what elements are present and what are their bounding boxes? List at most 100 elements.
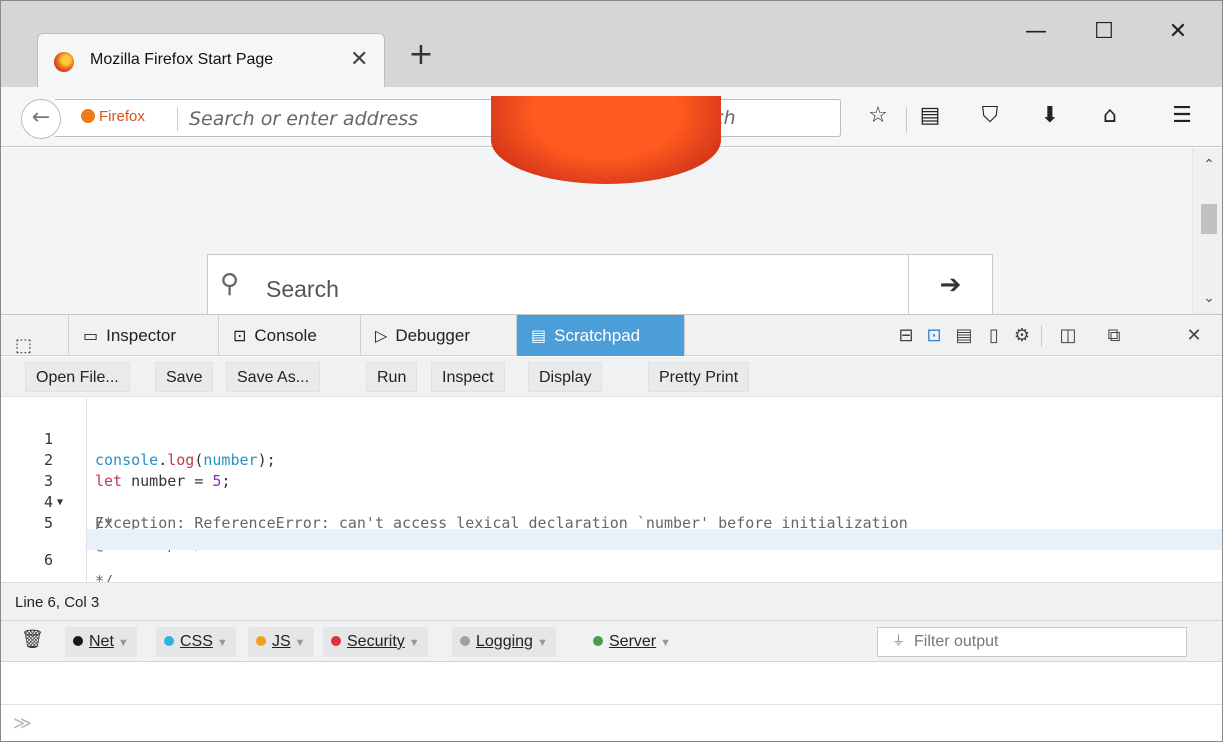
console-input-line[interactable]: ≫ [1,705,1222,741]
page-search-input[interactable] [266,273,866,305]
vertical-scrollbar[interactable]: ⌃ ⌄ [1192,148,1222,314]
filter-net-label: Net [89,633,114,650]
code-line: 4 Exception: ReferenceError: can't acces… [1,471,1222,532]
close-devtools-icon[interactable]: ✕ [1181,315,1207,356]
tab-debugger[interactable]: ▷ Debugger [361,315,517,356]
tab-firefox-start-page[interactable]: Mozilla Firefox Start Page ✕ [37,33,385,87]
maximize-button[interactable]: ☐ [1079,13,1129,51]
code-editor[interactable]: 1 console.log(number); 2 let number = 5;… [1,398,1222,590]
undock-window-icon[interactable]: ⧉ [1101,315,1127,356]
browser-window: Mozilla Firefox Start Page ✕ + — ☐ ✕ Fir… [0,0,1223,742]
url-separator [177,107,178,131]
tab-debugger-label: Debugger [395,326,470,345]
filter-css-label: CSS [180,633,213,650]
filter-net[interactable]: Net ▼ [65,627,137,657]
display-button[interactable]: Display [528,362,603,392]
code-line: 1 console.log(number); [1,408,1222,469]
close-window-button[interactable]: ✕ [1153,13,1203,51]
scratchpad-toggle-icon[interactable]: ▤ [951,315,977,356]
filter-server-label: Server [609,633,657,650]
devtools-toolbar: ⬚ ▭ Inspector ⊡ Console ▷ Debugger ▤ Scratch… [1,314,1222,356]
filter-logging-label: Logging [476,633,533,650]
hamburger-menu-icon[interactable]: ☰ [1167,103,1197,128]
filter-output-box[interactable]: ⏚ [877,627,1187,657]
run-button[interactable]: Run [366,362,418,392]
new-tab-button[interactable]: + [401,37,441,72]
identity-box[interactable]: Firefox [81,108,145,125]
tab-close-icon[interactable]: ✕ [350,47,368,72]
responsive-layout-icon[interactable]: ⊟ [893,315,919,356]
code-line: 3 ▼ /* [1,450,1222,532]
scratchpad-icon: ▤ [531,326,547,345]
pretty-print-button[interactable]: Pretty Print [648,362,750,392]
page-content: ⚲ ➔ ⌃ ⌄ [1,96,1222,315]
tab-console-label: Console [254,326,317,345]
element-picker-button[interactable]: ⬚ [1,315,69,356]
filter-server[interactable]: Server ▼ [585,627,679,657]
js-dot-icon [256,636,266,646]
bookmarks-menu-icon[interactable]: ▤ [915,103,945,128]
net-dot-icon [73,636,83,646]
console-output [1,663,1222,705]
dropdown-caret-icon: ▼ [408,637,420,649]
minimize-button[interactable]: — [1011,13,1061,51]
code-line: 5 @Scratchpad/1:1:1 [1,492,1222,553]
filter-js-label: JS [272,633,291,650]
code-line: 2 let number = 5; [1,429,1222,490]
prompt-chevron-icon: ≫ [13,713,32,734]
filter-funnel-icon: ⏚ [892,634,906,649]
logging-dot-icon [460,636,470,646]
clear-console-trash-icon[interactable]: 🗑︎ [21,629,44,650]
search-go-arrow-icon[interactable]: ➔ [908,255,992,315]
page-search-box[interactable]: ⚲ ➔ [207,254,993,315]
filter-js[interactable]: JS ▼ [248,627,314,657]
split-console-icon[interactable]: ⊡ [921,315,947,356]
tab-scratchpad[interactable]: ▤ Scratchpad [517,315,685,356]
tab-title: Mozilla Firefox Start Page [90,51,274,68]
code-line: 6 */ [1,529,1222,590]
dropdown-caret-icon: ▼ [660,637,672,649]
security-dot-icon [331,636,341,646]
scroll-thumb[interactable] [1201,204,1217,234]
dropdown-caret-icon: ▼ [117,637,129,649]
inspect-button[interactable]: Inspect [431,362,505,392]
tab-console[interactable]: ⊡ Console [219,315,361,356]
back-arrow-icon: ← [31,105,51,130]
pocket-icon[interactable]: ⛉ [975,103,1005,128]
console-filter-toolbar: 🗑︎ Net ▼ CSS ▼ JS ▼ Security ▼ Logging ▼ Serv… [1,620,1222,662]
settings-gear-icon[interactable]: ⚙ [1009,315,1035,356]
filter-output-input[interactable] [914,630,1174,654]
toolbar-separator [1041,325,1042,347]
identity-label: Firefox [99,108,145,125]
tab-inspector[interactable]: ▭ Inspector [69,315,219,356]
dropdown-caret-icon: ▼ [536,637,548,649]
dropdown-caret-icon: ▼ [216,637,228,649]
filter-security[interactable]: Security ▼ [323,627,428,657]
downloads-icon[interactable]: ⬇ [1035,103,1065,128]
dock-side-icon[interactable]: ◫ [1055,315,1081,356]
home-icon[interactable]: ⌂ [1095,103,1125,128]
line-number: 6 [43,551,53,569]
filter-logging[interactable]: Logging ▼ [452,627,556,657]
cursor-status: Line 6, Col 3 [1,582,1222,620]
tab-scratchpad-label: Scratchpad [554,326,641,345]
filter-css[interactable]: CSS ▼ [156,627,236,657]
back-button[interactable]: ← [21,99,61,139]
page-search-icon: ⚲ [220,269,240,299]
open-file-button[interactable]: Open File... [25,362,130,392]
inspector-icon: ▭ [83,326,99,345]
dropdown-caret-icon: ▼ [294,637,306,649]
tab-strip: Mozilla Firefox Start Page ✕ + — ☐ ✕ [1,1,1222,87]
scratchpad-toolbar: Open File... Save Save As... Run Inspect… [1,357,1222,397]
debugger-icon: ▷ [375,326,388,345]
save-as-button[interactable]: Save As... [226,362,321,392]
eyedropper-icon[interactable]: ▯ [981,315,1007,356]
filter-security-label: Security [347,633,405,650]
firefox-favicon-icon [54,52,74,72]
tab-inspector-label: Inspector [106,326,177,345]
firefox-logo [491,96,721,184]
scroll-down-icon[interactable]: ⌄ [1193,289,1222,306]
scroll-up-icon[interactable]: ⌃ [1193,156,1222,173]
bookmark-star-icon[interactable]: ☆ [863,103,893,128]
save-button[interactable]: Save [155,362,214,392]
